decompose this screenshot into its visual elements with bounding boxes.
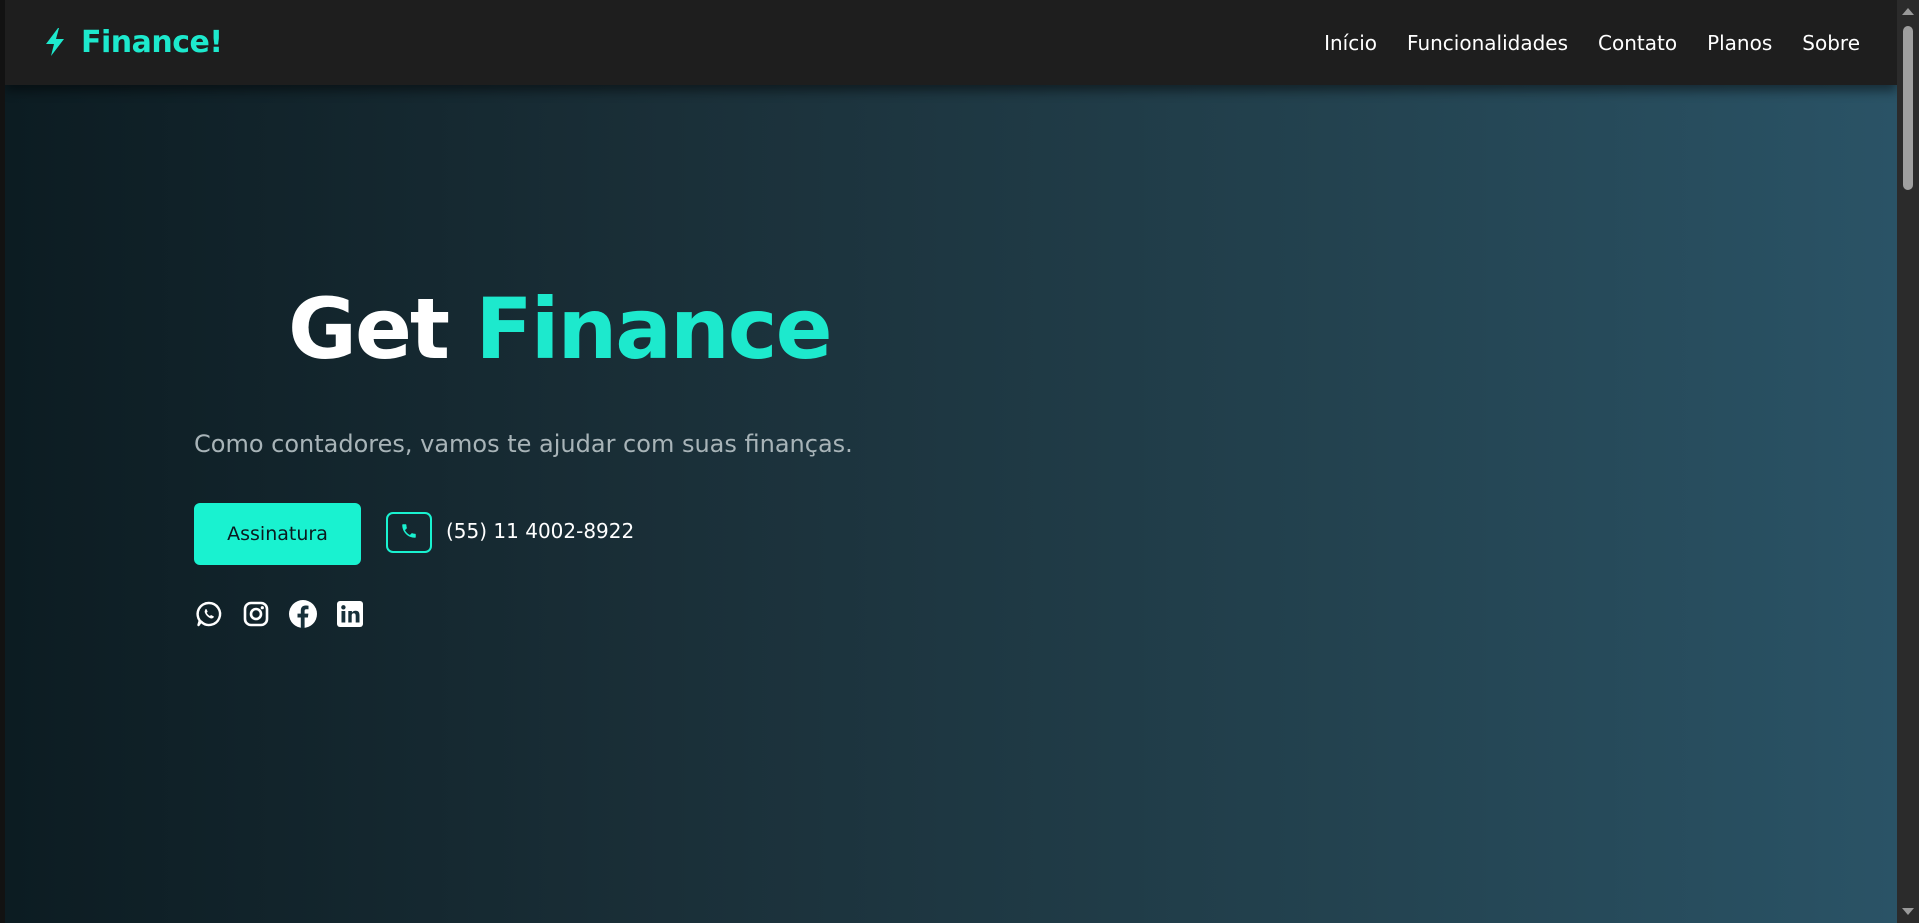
landing-page: Finance! Início Funcionalidades Contato … (5, 0, 1897, 923)
lightning-bolt-icon (43, 27, 67, 57)
hero-section: Get Finance Como contadores, vamos te aj… (5, 85, 1897, 923)
scroll-down-arrow-icon[interactable] (1902, 908, 1914, 915)
phone-number: (55) 11 4002-8922 (446, 519, 635, 543)
hero-title: Get Finance (288, 287, 833, 371)
nav-link-funcionalidades[interactable]: Funcionalidades (1407, 31, 1568, 55)
nav-link-contato[interactable]: Contato (1598, 31, 1677, 55)
hero-subtitle: Como contadores, vamos te ajudar com sua… (194, 430, 853, 458)
hero-title-part1: Get (288, 280, 450, 378)
vertical-scrollbar[interactable] (1897, 0, 1919, 923)
subscribe-button[interactable]: Assinatura (194, 503, 361, 565)
nav-links: Início Funcionalidades Contato Planos So… (1324, 0, 1860, 85)
nav-link-sobre[interactable]: Sobre (1802, 31, 1860, 55)
nav-link-inicio[interactable]: Início (1324, 31, 1377, 55)
instagram-icon[interactable] (241, 599, 271, 629)
brand-logo-link[interactable]: Finance! (43, 18, 223, 66)
whatsapp-icon[interactable] (194, 599, 224, 629)
facebook-icon[interactable] (288, 599, 318, 629)
linkedin-icon[interactable] (335, 599, 365, 629)
hero-title-part2: Finance (475, 280, 832, 378)
browser-viewport: Finance! Início Funcionalidades Contato … (0, 0, 1919, 923)
brand-name: Finance! (81, 24, 223, 60)
nav-link-planos[interactable]: Planos (1707, 31, 1772, 55)
scrollbar-thumb[interactable] (1903, 26, 1913, 190)
phone-icon-button[interactable] (386, 512, 432, 553)
top-navbar: Finance! Início Funcionalidades Contato … (5, 0, 1897, 85)
social-links (194, 599, 365, 629)
scroll-up-arrow-icon[interactable] (1902, 8, 1914, 15)
phone-icon (400, 522, 418, 544)
